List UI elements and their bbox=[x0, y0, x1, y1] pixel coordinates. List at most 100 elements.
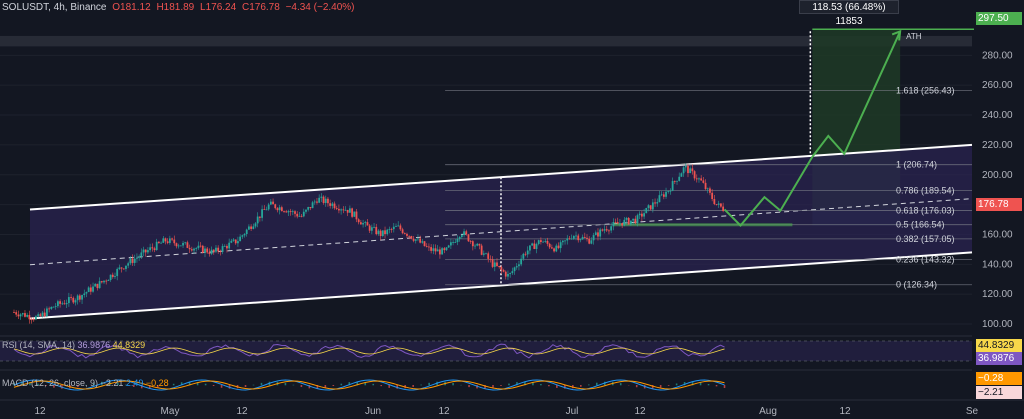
candle-body-264 bbox=[592, 235, 595, 241]
candle-body-103 bbox=[239, 236, 242, 242]
candle-body-61 bbox=[147, 250, 149, 253]
y-tick-label-8: 260.00 bbox=[982, 80, 1013, 91]
y-tick-label-7: 240.00 bbox=[982, 110, 1013, 121]
candle-body-117 bbox=[269, 201, 272, 205]
candle-body-138 bbox=[316, 201, 318, 203]
candle-body-75 bbox=[177, 245, 180, 247]
candle-body-145 bbox=[331, 203, 334, 206]
candle-body-148 bbox=[338, 208, 340, 211]
y-tick-label-0: 100.00 bbox=[982, 319, 1013, 330]
candle-body-50 bbox=[122, 268, 125, 270]
candle-body-133 bbox=[305, 209, 307, 212]
candle-body-170 bbox=[386, 229, 389, 235]
candle-body-321 bbox=[717, 203, 720, 205]
candle-body-250 bbox=[561, 240, 564, 243]
candle-body-249 bbox=[559, 242, 562, 249]
price-chart[interactable]: ATH 0 (126.34) 0.236 (143.32) 0.382 (157.0… bbox=[0, 0, 1024, 419]
candle-body-130 bbox=[298, 215, 301, 217]
candle-body-261 bbox=[586, 237, 588, 239]
candle-body-43 bbox=[107, 280, 110, 281]
change-value: −4.34 (−2.40%) bbox=[285, 2, 355, 13]
candle-body-135 bbox=[309, 207, 312, 209]
candle-body-241 bbox=[542, 241, 544, 243]
candle-body-259 bbox=[581, 236, 584, 240]
candle-body-129 bbox=[296, 213, 299, 217]
candle-body-53 bbox=[129, 258, 132, 264]
candle-body-307 bbox=[687, 165, 689, 174]
rsi-value-1: 36.9876 bbox=[77, 340, 111, 350]
x-tick-label-9: Se bbox=[966, 406, 979, 417]
candle-body-152 bbox=[346, 209, 349, 213]
macd-hist-162 bbox=[659, 385, 662, 388]
candle-body-15 bbox=[46, 308, 48, 317]
candle-body-233 bbox=[524, 253, 527, 255]
candle-body-256 bbox=[575, 235, 577, 237]
macd-hist-166 bbox=[675, 383, 678, 386]
candle-body-100 bbox=[232, 239, 235, 241]
candle-body-108 bbox=[250, 226, 253, 229]
fib-label-2: 0.382 (157.05) bbox=[896, 234, 955, 244]
candle-body-39 bbox=[98, 281, 101, 289]
candle-body-262 bbox=[588, 238, 591, 244]
macd-hist-94 bbox=[388, 385, 391, 388]
macd-value-1: −2.21 bbox=[100, 378, 124, 388]
candle-body-204 bbox=[460, 235, 463, 238]
candle-body-222 bbox=[500, 267, 503, 271]
candle-body-172 bbox=[390, 229, 393, 230]
candle-body-269 bbox=[603, 229, 606, 231]
candle-body-59 bbox=[142, 249, 145, 253]
candle-body-124 bbox=[285, 211, 288, 213]
candle-body-209 bbox=[471, 241, 474, 247]
macd-hist-102 bbox=[420, 384, 422, 386]
candle-body-107 bbox=[248, 226, 250, 230]
candle-body-161 bbox=[366, 222, 369, 226]
candle-body-258 bbox=[579, 239, 582, 241]
candle-body-8 bbox=[30, 319, 33, 321]
candle-body-287 bbox=[643, 213, 645, 217]
candle-body-52 bbox=[127, 263, 130, 266]
candle-body-62 bbox=[149, 247, 152, 251]
candle-body-162 bbox=[368, 225, 371, 231]
candle-body-38 bbox=[96, 283, 99, 289]
candle-body-77 bbox=[182, 242, 184, 246]
fib-label-4: 0.618 (176.03) bbox=[896, 206, 955, 216]
candle-body-308 bbox=[689, 168, 692, 174]
candle-body-89 bbox=[208, 252, 211, 254]
candle-body-81 bbox=[190, 249, 193, 251]
candle-body-115 bbox=[265, 209, 268, 211]
candle-body-0 bbox=[13, 312, 15, 313]
candle-body-46 bbox=[114, 276, 116, 277]
macd-hist-92 bbox=[380, 385, 383, 387]
candle-body-70 bbox=[166, 241, 169, 243]
candle-body-12 bbox=[39, 314, 42, 316]
candle-body-320 bbox=[715, 204, 718, 205]
macd-hist-110 bbox=[452, 382, 454, 386]
macd-hist-120 bbox=[492, 385, 494, 388]
candle-body-292 bbox=[654, 202, 656, 204]
candle-body-271 bbox=[608, 230, 610, 232]
candle-body-57 bbox=[138, 256, 141, 258]
candle-body-1 bbox=[15, 312, 18, 315]
candle-body-56 bbox=[136, 257, 138, 259]
candle-body-239 bbox=[537, 240, 540, 244]
candle-body-186 bbox=[421, 241, 424, 243]
macd-hist-58 bbox=[244, 385, 247, 387]
candle-body-226 bbox=[509, 273, 512, 274]
candle-body-236 bbox=[531, 243, 534, 246]
candle-body-128 bbox=[294, 211, 296, 214]
candle-body-113 bbox=[261, 209, 263, 218]
candle-body-196 bbox=[443, 248, 446, 251]
candle-body-267 bbox=[599, 229, 602, 237]
candle-body-40 bbox=[100, 281, 103, 283]
macd-signal-tag: −2.21 bbox=[976, 386, 1022, 399]
candle-body-134 bbox=[307, 207, 310, 210]
candle-body-151 bbox=[344, 209, 347, 211]
candle-body-203 bbox=[458, 237, 461, 239]
candle-body-92 bbox=[215, 247, 217, 252]
candle-body-243 bbox=[546, 240, 549, 244]
macd-hist-114 bbox=[468, 385, 470, 388]
candle-body-150 bbox=[342, 209, 345, 211]
candle-body-157 bbox=[357, 219, 360, 223]
candle-body-219 bbox=[493, 262, 496, 267]
candle-body-302 bbox=[676, 180, 678, 182]
